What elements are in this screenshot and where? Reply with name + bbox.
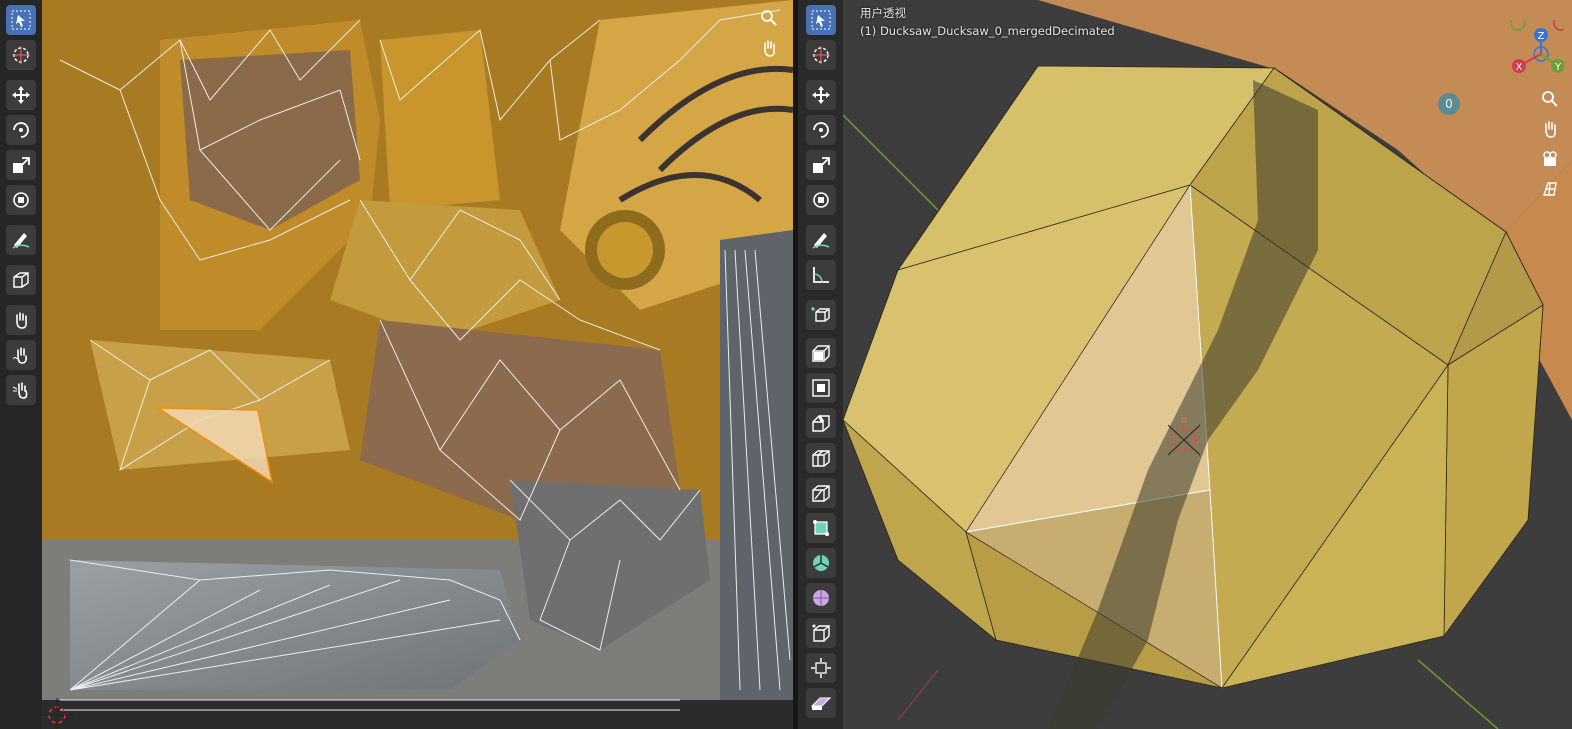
bevel-icon (812, 415, 830, 432)
vp-extrude-tool[interactable] (806, 338, 836, 368)
zoom-icon (1542, 91, 1558, 107)
grab-icon (16, 312, 27, 329)
vp-annotate-tool[interactable] (806, 225, 836, 255)
vp-select-tool[interactable] (806, 5, 836, 35)
annotate-icon (12, 233, 30, 249)
hand-icon (764, 40, 775, 57)
uv-relax-tool[interactable] (6, 340, 36, 370)
edge-slide-icon (812, 624, 830, 642)
vp-poly-build-tool[interactable] (806, 513, 836, 543)
vp-shrink-fatten-tool[interactable] (806, 653, 836, 683)
zoom-icon (761, 10, 777, 26)
vp-spin-tool[interactable] (806, 548, 836, 578)
vp-inset-tool[interactable] (806, 373, 836, 403)
knife-icon (812, 485, 830, 502)
uv-canvas[interactable] (0, 0, 793, 729)
viewport-header: 用户透视 (1) Ducksaw_Ducksaw_0_mergedDecimat… (860, 4, 1115, 40)
uv-rotate-tool[interactable] (6, 115, 36, 145)
camera-button[interactable] (1538, 147, 1562, 171)
loop-cut-icon (812, 450, 830, 467)
vp-cursor-tool[interactable] (806, 40, 836, 70)
shear-icon (810, 697, 832, 710)
select-box-icon (11, 10, 31, 30)
move-icon (12, 86, 30, 104)
inset-icon (812, 379, 830, 397)
transform-icon (813, 192, 829, 208)
uv-cursor-tool[interactable] (6, 40, 36, 70)
uv-pan-button[interactable] (757, 36, 781, 60)
uv-move-tool[interactable] (6, 80, 36, 110)
camera-icon (1543, 151, 1557, 166)
uv-pinch-tool[interactable] (6, 375, 36, 405)
scale-icon (813, 157, 830, 173)
move-icon (812, 86, 830, 104)
vp-shear-tool[interactable] (806, 688, 836, 718)
uv-select-tool[interactable] (6, 5, 36, 35)
uv-toolbar (0, 0, 42, 729)
vp-smooth-tool[interactable] (806, 583, 836, 613)
relax-icon (12, 347, 27, 364)
vp-edge-slide-tool[interactable] (806, 618, 836, 648)
cursor-icon (812, 46, 830, 64)
cursor-icon (12, 46, 30, 64)
smooth-icon (813, 590, 829, 606)
vp-knife-tool[interactable] (806, 478, 836, 508)
rotate-icon (13, 122, 29, 138)
uv-editor[interactable] (0, 0, 793, 729)
uv-zoom-button[interactable] (757, 6, 781, 30)
view-name: 用户透视 (860, 6, 906, 20)
uv-scale-tool[interactable] (6, 150, 36, 180)
select-box-icon (811, 10, 831, 30)
3d-viewport[interactable]: 用户透视 (1) Ducksaw_Ducksaw_0_mergedDecimat… (798, 0, 1572, 729)
annotate-icon (812, 233, 830, 249)
vp-add-cube-tool[interactable] (806, 300, 836, 330)
poly-build-icon (813, 520, 829, 536)
vp-rotate-tool[interactable] (806, 115, 836, 145)
scale-icon (13, 157, 30, 173)
hand-icon (1545, 121, 1556, 138)
spin-icon (813, 555, 829, 571)
pinch-icon (12, 382, 28, 399)
vp-scale-tool[interactable] (806, 150, 836, 180)
vp-move-tool[interactable] (806, 80, 836, 110)
pan-button[interactable] (1538, 117, 1562, 141)
extrude-icon (812, 345, 830, 362)
shrink-fatten-icon (811, 658, 831, 678)
uv-annotate-tool[interactable] (6, 225, 36, 255)
transform-icon (13, 192, 29, 208)
vp-transform-tool[interactable] (806, 185, 836, 215)
vp-loop-cut-tool[interactable] (806, 443, 836, 473)
navigation-gizmo[interactable]: Z Y X (1494, 20, 1564, 90)
add-cube-icon (811, 307, 830, 322)
uv-grab-tool[interactable] (6, 305, 36, 335)
rotate-icon (813, 122, 829, 138)
gizmo-x-label: X (1516, 62, 1523, 73)
zoom-button[interactable] (1538, 87, 1562, 111)
viewport-toolbar (798, 0, 843, 729)
selection-counter-badge: 0 (1438, 93, 1460, 115)
uv-rip-region-tool[interactable] (6, 265, 36, 295)
measure-icon (813, 267, 829, 283)
uv-transform-tool[interactable] (6, 185, 36, 215)
gizmo-y-label: Y (1554, 62, 1562, 73)
vp-bevel-tool[interactable] (806, 408, 836, 438)
object-label: (1) Ducksaw_Ducksaw_0_mergedDecimated (860, 24, 1115, 38)
grid-icon (1543, 182, 1557, 196)
vp-measure-tool[interactable] (806, 260, 836, 290)
ortho-button[interactable] (1538, 177, 1562, 201)
gizmo-z-label: Z (1538, 31, 1545, 42)
rip-region-icon (13, 272, 29, 288)
